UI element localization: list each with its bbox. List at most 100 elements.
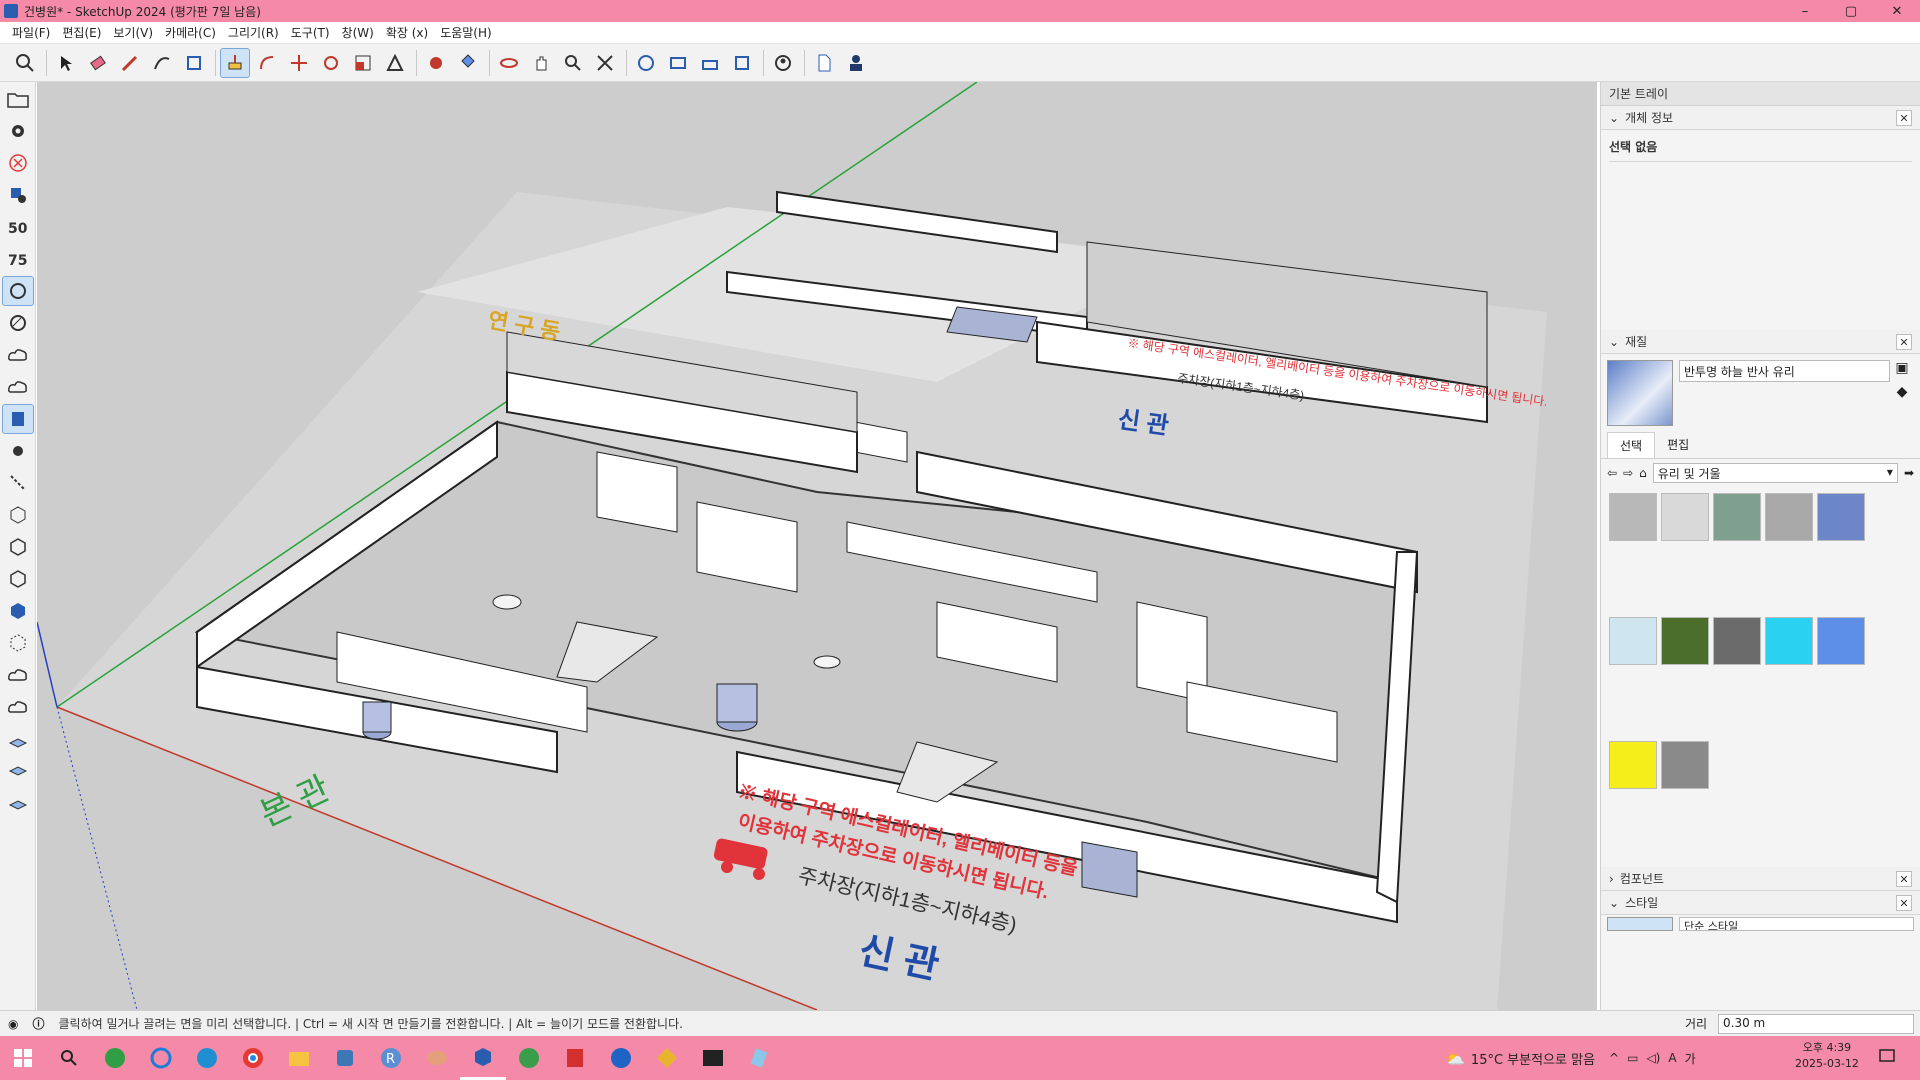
material-swatch[interactable]: [1661, 741, 1709, 789]
tab-select[interactable]: 선택: [1607, 432, 1656, 458]
hexagon-filled-icon[interactable]: [2, 596, 34, 626]
forward-arrow-icon[interactable]: ⇨: [1623, 466, 1633, 480]
material-swatch[interactable]: [1817, 493, 1865, 541]
ime-mode-icon[interactable]: 가: [1685, 1050, 1696, 1067]
eraser-tool-icon[interactable]: [83, 48, 113, 78]
material-swatch[interactable]: [1765, 617, 1813, 665]
settings-gear-icon[interactable]: [2, 116, 34, 146]
pencil-tool-icon[interactable]: [115, 48, 145, 78]
offset-tool-icon[interactable]: [380, 48, 410, 78]
styles-header[interactable]: ⌄ 스타일 ✕: [1601, 891, 1920, 915]
pan-tool-icon[interactable]: [526, 48, 556, 78]
app-chrome-alt-icon[interactable]: [506, 1036, 552, 1080]
details-arrow-icon[interactable]: ➡: [1904, 466, 1914, 480]
hexagon-icon[interactable]: [2, 532, 34, 562]
zoom-extents-icon[interactable]: [590, 48, 620, 78]
app-blue-arrow-icon[interactable]: [598, 1036, 644, 1080]
close-button[interactable]: ✕: [1874, 0, 1920, 22]
cancel-circle-icon[interactable]: [2, 148, 34, 178]
move-tool-icon[interactable]: [284, 48, 314, 78]
material-swatch[interactable]: [1765, 493, 1813, 541]
home-icon[interactable]: ⌂: [1639, 466, 1647, 480]
acrobat-icon[interactable]: [552, 1036, 598, 1080]
scale-tool-icon[interactable]: [348, 48, 378, 78]
model-viewport[interactable]: 본 관 신 관 신 관 연 구 동 ※ 해당 구역 에스컬레이터, 엘리베이터 …: [37, 82, 1597, 1010]
cloud-outline-icon[interactable]: [2, 340, 34, 370]
material-swatch[interactable]: [1661, 493, 1709, 541]
clock[interactable]: 오후 4:39 2025-03-12: [1795, 1040, 1859, 1072]
seventy-five-percent-icon[interactable]: 75: [2, 244, 34, 274]
menu-edit[interactable]: 편집(E): [56, 24, 107, 41]
search-icon[interactable]: [10, 48, 40, 78]
grid-surface-alt-icon[interactable]: [2, 756, 34, 786]
add-point-icon[interactable]: [2, 436, 34, 466]
app-pen-icon[interactable]: [736, 1036, 782, 1080]
rotate-tool-icon[interactable]: [316, 48, 346, 78]
terminal-icon[interactable]: [690, 1036, 736, 1080]
material-swatch[interactable]: [1609, 493, 1657, 541]
style-name-field[interactable]: 단순 스타일: [1679, 917, 1914, 931]
close-panel-button[interactable]: ✕: [1896, 871, 1912, 887]
sample-paint-icon[interactable]: ◆: [1897, 384, 1908, 400]
language-ime-icon[interactable]: A: [1668, 1051, 1676, 1065]
fifty-percent-icon[interactable]: 50: [2, 212, 34, 242]
hand-cube-icon[interactable]: [2, 404, 34, 434]
app-colorful-icon[interactable]: [644, 1036, 690, 1080]
close-panel-button[interactable]: ✕: [1896, 110, 1912, 126]
zoom-tool-icon[interactable]: [558, 48, 588, 78]
sketchup-taskbar-icon[interactable]: [460, 1036, 506, 1080]
maximize-button[interactable]: ▢: [1828, 0, 1874, 22]
menu-extensions[interactable]: 확장 (x): [380, 24, 434, 41]
search-icon[interactable]: [46, 1036, 92, 1080]
menu-tools[interactable]: 도구(T): [285, 24, 336, 41]
push-pull-tool-icon[interactable]: [220, 47, 250, 78]
menu-draw[interactable]: 그리기(R): [222, 24, 285, 41]
hexagon-dashed-icon[interactable]: [2, 628, 34, 658]
network-icon[interactable]: ▭: [1627, 1051, 1638, 1065]
chevron-up-icon[interactable]: ^: [1609, 1051, 1619, 1065]
menu-file[interactable]: 파일(F): [6, 24, 56, 41]
material-swatch[interactable]: [1713, 617, 1761, 665]
material-swatch[interactable]: [1817, 617, 1865, 665]
info-icon[interactable]: ⓘ: [32, 1015, 44, 1032]
new-document-icon[interactable]: [809, 48, 839, 78]
cloud-small-icon[interactable]: [2, 660, 34, 690]
cloud-download-icon[interactable]: [2, 372, 34, 402]
select-tool-icon[interactable]: [51, 48, 81, 78]
orbit-tool-icon[interactable]: [494, 48, 524, 78]
open-folder-icon[interactable]: [2, 84, 34, 114]
hatch-circle-icon[interactable]: [2, 308, 34, 338]
grid-surface-stack-icon[interactable]: [2, 788, 34, 818]
menu-camera[interactable]: 카메라(C): [159, 24, 222, 41]
r-app-icon[interactable]: R: [368, 1036, 414, 1080]
close-panel-button[interactable]: ✕: [1896, 334, 1912, 350]
follow-me-tool-icon[interactable]: [252, 48, 282, 78]
rectangle-tool-icon[interactable]: [179, 48, 209, 78]
weather-icon[interactable]: ⛅: [1445, 1049, 1465, 1068]
materials-header[interactable]: ⌄ 재질 ✕: [1601, 330, 1920, 354]
menu-window[interactable]: 창(W): [336, 24, 380, 41]
dashed-line-icon[interactable]: [2, 468, 34, 498]
measurement-input[interactable]: 0.30 m: [1718, 1014, 1914, 1034]
create-material-icon[interactable]: ▣: [1895, 360, 1908, 376]
app-green-icon[interactable]: [92, 1036, 138, 1080]
paint-bucket-icon[interactable]: [453, 48, 483, 78]
file-explorer-icon[interactable]: [276, 1036, 322, 1080]
paint-app-icon[interactable]: [414, 1036, 460, 1080]
internet-explorer-icon[interactable]: [138, 1036, 184, 1080]
windows-start-icon[interactable]: [0, 1036, 46, 1080]
tab-edit[interactable]: 편집: [1655, 432, 1701, 458]
hexagon-alt-icon[interactable]: [2, 564, 34, 594]
material-swatch[interactable]: [1609, 741, 1657, 789]
python-icon[interactable]: [322, 1036, 368, 1080]
edge-browser-icon[interactable]: [184, 1036, 230, 1080]
shape-outline-icon[interactable]: [2, 276, 34, 306]
layout-send-icon[interactable]: [695, 48, 725, 78]
volume-icon[interactable]: ◁): [1646, 1051, 1660, 1065]
3d-warehouse-icon[interactable]: [631, 48, 661, 78]
geolocation-icon[interactable]: ◉: [8, 1017, 18, 1031]
material-swatch[interactable]: [1661, 617, 1709, 665]
rotate-cube-icon[interactable]: [2, 500, 34, 530]
material-name-field[interactable]: 반투명 하늘 반사 유리: [1679, 360, 1890, 382]
minimize-button[interactable]: –: [1782, 0, 1828, 22]
